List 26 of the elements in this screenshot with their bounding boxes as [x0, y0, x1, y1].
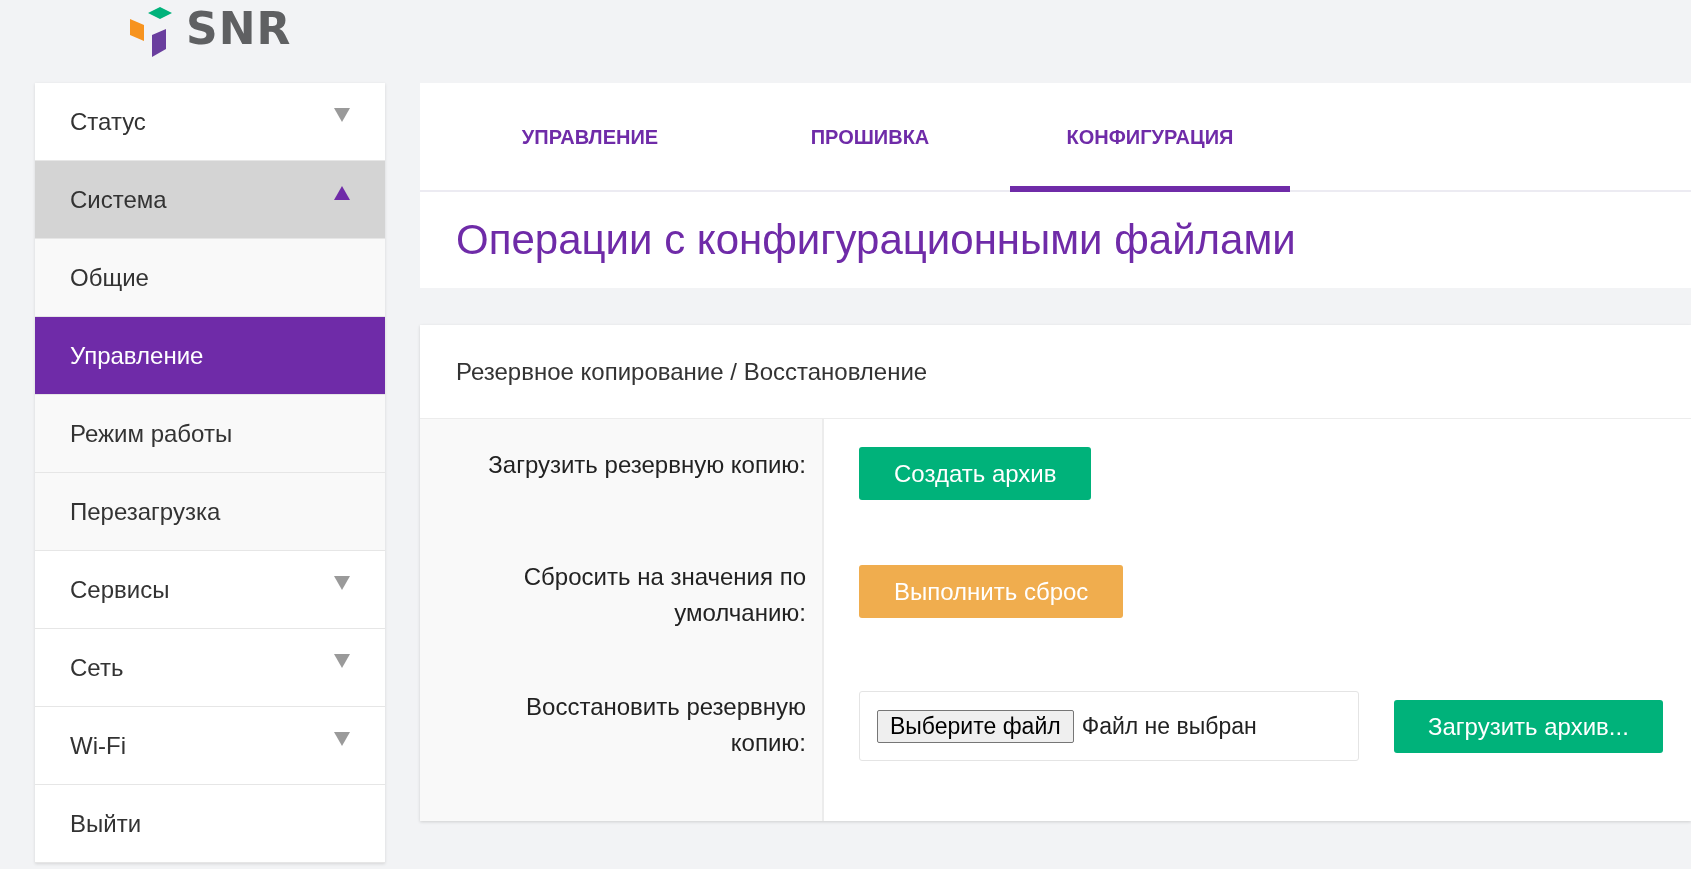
sidebar-item[interactable]: Сеть [35, 629, 385, 707]
sidebar-item[interactable]: Система [35, 161, 385, 239]
tab[interactable]: ПРОШИВКА [730, 83, 1010, 192]
tab[interactable]: УПРАВЛЕНИЕ [450, 83, 730, 192]
field-label: Сбросить на значения по умолчанию: [522, 562, 807, 628]
sidebar-subitem[interactable]: Управление [35, 317, 385, 395]
field-label: Восстановить резервную копию: [525, 692, 807, 758]
file-status: Файл не выбран [1081, 712, 1257, 740]
caret-icon [334, 654, 350, 668]
file-field[interactable]: Выберите файл Файл не выбран [859, 691, 1359, 761]
sidebar-subitem[interactable]: Общие [35, 239, 385, 317]
caret-icon [334, 576, 350, 590]
choose-file-button[interactable]: Выберите файл [877, 709, 1074, 743]
field-label: Загрузить резервную копию: [487, 450, 807, 480]
caret-icon [334, 108, 350, 122]
sidebar-subitem[interactable]: Перезагрузка [35, 473, 385, 551]
sidebar-item[interactable]: Статус [35, 83, 385, 161]
tab[interactable]: КОНФИГУРАЦИЯ [1010, 83, 1290, 192]
page-title: Операции с конфигурационными файлами [455, 215, 1297, 265]
caret-icon [334, 732, 350, 746]
sidebar-item[interactable]: Wi-Fi [35, 707, 385, 785]
sidebar-item[interactable]: Выйти [35, 785, 385, 863]
logo-text: SNR [186, 4, 292, 54]
sidebar-subitem[interactable]: Режим работы [35, 395, 385, 473]
sidebar-item[interactable]: Сервисы [35, 551, 385, 629]
caret-icon [334, 186, 350, 200]
